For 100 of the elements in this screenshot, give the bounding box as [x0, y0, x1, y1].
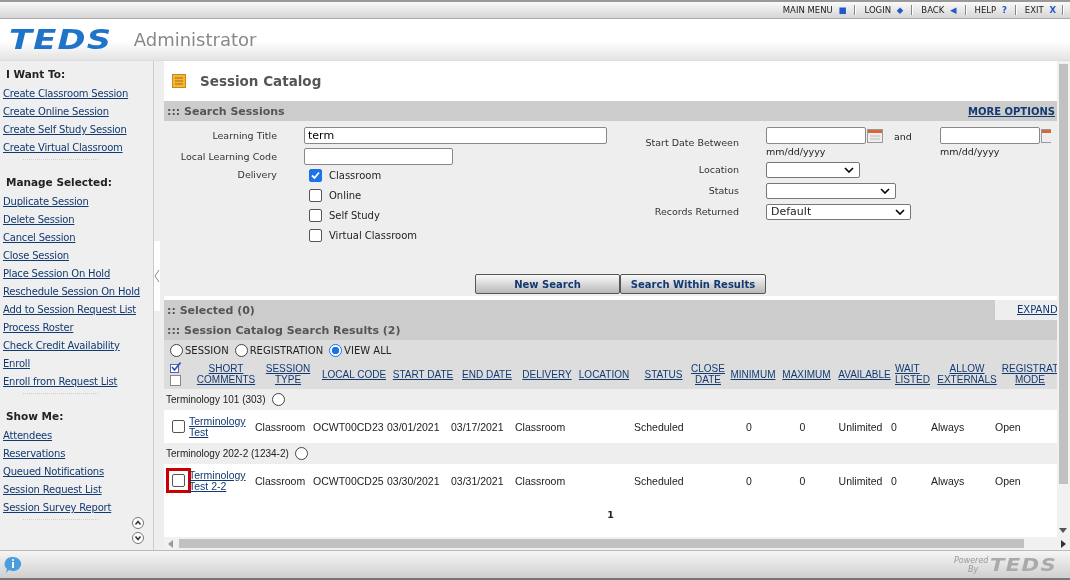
nav-link[interactable]: EXIT X	[1024, 5, 1056, 15]
horizontal-scrollbar[interactable]	[164, 537, 1070, 550]
field-label: Local Learning Code	[179, 151, 277, 162]
radio-button[interactable]	[170, 344, 183, 357]
learning-title-field[interactable]: term	[304, 127, 607, 144]
column-header[interactable]: STATUS	[633, 368, 689, 380]
status-select[interactable]	[766, 182, 896, 199]
column-header[interactable]: START DATE	[391, 368, 455, 380]
column-header[interactable]: SHORT COMMENTS	[193, 363, 259, 385]
sidebar-link[interactable]: Delete Session	[3, 211, 153, 229]
local-code-field[interactable]	[304, 148, 453, 165]
search-button[interactable]: Search Within Results	[620, 274, 766, 294]
column-header[interactable]: ALLOW EXTERNALS	[935, 363, 999, 385]
table-cell-text: Classroom	[515, 420, 567, 433]
nav-link[interactable]: BACK ◀	[921, 5, 957, 15]
radio-button[interactable]	[234, 344, 248, 357]
sidebar-link[interactable]: Reservations	[3, 445, 153, 463]
field-label: Delivery	[236, 169, 277, 180]
search-button[interactable]: New Search	[475, 274, 620, 294]
expand-link[interactable]: EXPAND	[995, 300, 1057, 320]
vertical-scrollbar[interactable]	[1057, 61, 1070, 537]
sidebar-link[interactable]: Duplicate Session	[3, 193, 153, 211]
column-header[interactable]: MAXIMUM	[779, 368, 834, 380]
page-number[interactable]: 1	[607, 509, 614, 520]
checkbox-label: Self Study	[329, 210, 380, 221]
select-value: Default	[771, 205, 812, 218]
footer-logo: TEDS	[990, 554, 1058, 575]
sidebar-link[interactable]: Session Survey Report	[3, 499, 153, 517]
radio-button[interactable]	[329, 344, 343, 357]
check-all-icon[interactable]	[170, 362, 181, 373]
table-cell-text: 0	[891, 474, 898, 487]
collapse-handle[interactable]	[154, 240, 160, 311]
powered-label: Powered	[953, 555, 989, 565]
sidebar-link[interactable]: Check Credit Availability	[3, 337, 153, 355]
scroll-left-arrow-icon[interactable]	[168, 539, 173, 548]
checkbox[interactable]	[309, 229, 322, 242]
scroll-up-icon[interactable]	[132, 517, 144, 529]
sidebar-link[interactable]: Create Online Session	[3, 103, 153, 121]
radio-button[interactable]	[271, 393, 285, 406]
calendar-icon[interactable]	[867, 128, 883, 143]
radio-button[interactable]	[294, 447, 308, 460]
checkbox-label: Virtual Classroom	[329, 230, 418, 241]
radio-label: REGISTRATION	[249, 345, 324, 356]
table-cell-text: Open	[995, 420, 1022, 433]
start-date-field[interactable]	[766, 127, 866, 144]
sidebar-link[interactable]: Add to Session Request List	[3, 301, 153, 319]
sidebar-link[interactable]: Attendees	[3, 427, 153, 445]
location-select[interactable]	[766, 161, 860, 178]
column-header[interactable]: SESSION TYPE	[259, 363, 317, 385]
and-label: and	[894, 131, 913, 142]
scroll-down-arrow-icon[interactable]	[1059, 528, 1067, 533]
info-icon[interactable]	[4, 555, 22, 574]
sidebar-heading: Show Me:	[6, 410, 65, 422]
scroll-down-icon[interactable]	[132, 532, 144, 544]
sidebar-link[interactable]: Enroll from Request List	[3, 373, 153, 391]
group-title: Terminology 101 (303)	[166, 394, 266, 405]
checkbox[interactable]	[172, 420, 185, 433]
table-cell-text: Unlimited	[837, 420, 884, 433]
by-label: By	[966, 564, 980, 574]
column-header[interactable]: MINIMUM	[727, 368, 779, 380]
table-cell-text: Classroom	[255, 420, 307, 433]
records-select[interactable]: Default	[766, 203, 911, 220]
checkbox[interactable]	[309, 189, 322, 202]
column-header[interactable]: LOCAL CODE	[317, 368, 391, 380]
nav-link[interactable]: HELP ?	[974, 5, 1007, 15]
checkbox[interactable]	[309, 169, 322, 182]
nav-link[interactable]: LOGIN ◆	[864, 5, 904, 15]
column-header[interactable]: LOCATION	[575, 368, 633, 380]
table-cell-text: Scheduled	[633, 420, 685, 433]
more-options-link[interactable]: MORE OPTIONS	[968, 105, 1055, 117]
date-format-hint: mm/dd/yyyy	[766, 146, 827, 157]
sidebar-link[interactable]: Create Virtual Classroom	[3, 139, 153, 157]
table-cell-text: 0	[745, 420, 753, 433]
checkbox[interactable]	[172, 474, 185, 487]
sidebar-link[interactable]: Place Session On Hold	[3, 265, 153, 283]
sidebar-link[interactable]: Process Roster	[3, 319, 153, 337]
field-label: Status	[707, 185, 739, 196]
sidebar-link[interactable]: Cancel Session	[3, 229, 153, 247]
table-cell-text: Classroom	[515, 474, 567, 487]
sidebar-link[interactable]: Reschedule Session On Hold	[3, 283, 153, 301]
sidebar-link[interactable]: Session Request List	[3, 481, 153, 499]
end-date-field[interactable]	[940, 127, 1040, 144]
checkbox-label: Online	[329, 190, 362, 201]
table-cell-text: OCWT00CD23	[313, 420, 385, 433]
sidebar-link[interactable]: Queued Notifications	[3, 463, 153, 481]
scroll-right-arrow-icon[interactable]	[1061, 539, 1066, 548]
session-link[interactable]: Terminology Test	[189, 415, 255, 438]
sidebar-link[interactable]: Create Classroom Session	[3, 85, 153, 103]
column-header[interactable]: AVAILABLE	[834, 368, 895, 380]
uncheck-all-checkbox[interactable]	[170, 375, 181, 386]
sidebar-link[interactable]: Enroll	[3, 355, 153, 373]
column-header[interactable]: WAIT LISTED	[895, 363, 935, 385]
nav-link[interactable]: MAIN MENU ■	[782, 5, 847, 15]
column-header[interactable]: DELIVERY	[519, 368, 575, 380]
calendar-icon[interactable]	[1041, 128, 1051, 143]
column-header[interactable]: END DATE	[455, 368, 519, 380]
sidebar-link[interactable]: Close Session	[3, 247, 153, 265]
checkbox[interactable]	[309, 209, 322, 222]
column-header[interactable]: CLOSE DATE	[689, 363, 727, 385]
sidebar-link[interactable]: Create Self Study Session	[3, 121, 153, 139]
